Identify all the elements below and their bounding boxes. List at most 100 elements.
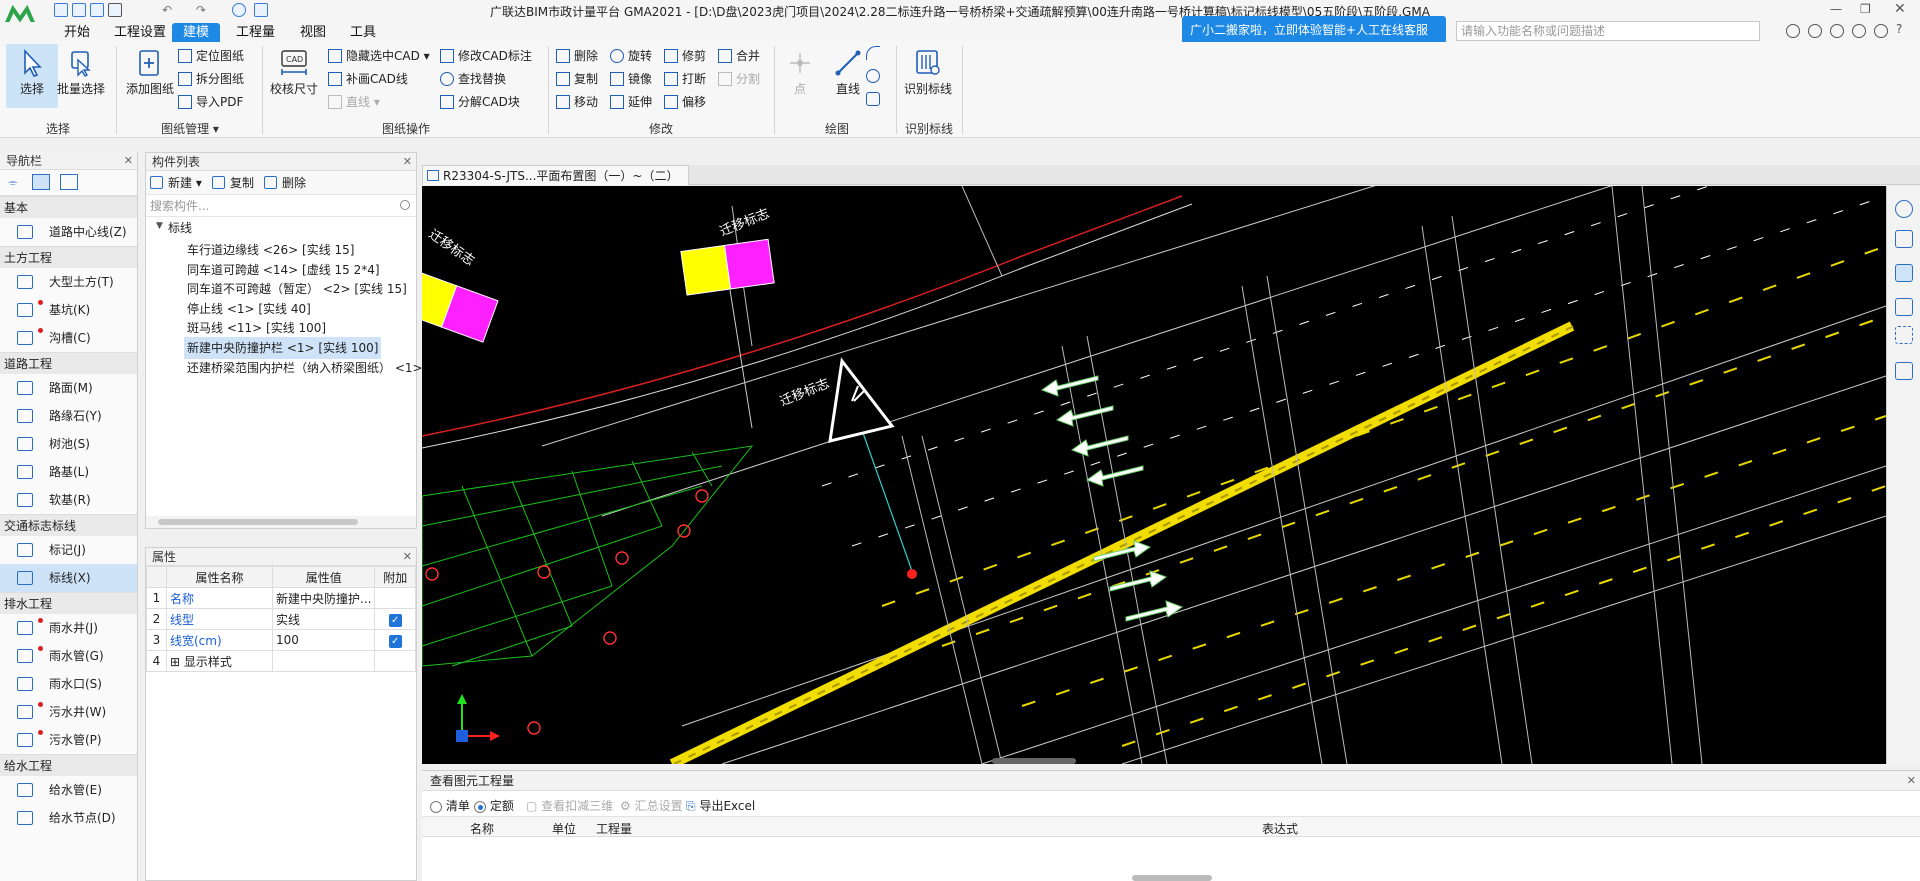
view-settings-icon[interactable] — [1895, 362, 1913, 380]
folder-icon[interactable] — [72, 3, 86, 17]
nav-item[interactable]: 给水管(E) — [0, 776, 137, 804]
drawing-tab[interactable]: R23304-S-JTS...平面布置图（一）~（二） — [422, 165, 690, 185]
nav-item[interactable]: 大型土方(T) — [0, 268, 137, 296]
sum-icon[interactable] — [254, 3, 268, 17]
collapse-icon[interactable]: ▼ — [156, 221, 163, 231]
group-drawing-management[interactable]: 图纸管理 ▾ — [120, 120, 260, 137]
checkbox[interactable]: ✓ — [388, 613, 402, 627]
user-icon[interactable] — [1786, 24, 1800, 38]
recognize-marking-button[interactable]: 识别标线 — [900, 44, 956, 108]
property-row[interactable]: 4 ⊞ 显示样式 — [146, 650, 416, 672]
chat-icon[interactable] — [1874, 24, 1888, 38]
view-layer-icon[interactable] — [1895, 298, 1913, 316]
property-value[interactable]: 实线 — [271, 608, 376, 630]
nav-item[interactable]: 污水管(P) — [0, 726, 137, 754]
modify-cad-button[interactable]: 修改CAD标注 — [440, 46, 532, 66]
nav-item[interactable]: 树池(S) — [0, 430, 137, 458]
radio-list[interactable] — [430, 800, 442, 813]
nav-item[interactable]: 路基(L) — [0, 458, 137, 486]
quantity-scroll-thumb[interactable] — [1132, 875, 1212, 881]
nav-item[interactable]: 雨水井(J) — [0, 614, 137, 642]
circle-icon[interactable] — [866, 69, 880, 83]
hide-cad-button[interactable]: 隐藏选中CAD ▾ — [328, 46, 430, 66]
property-row[interactable]: 2 线型 实线 ✓ — [146, 608, 416, 630]
component-item[interactable]: 还建桥梁范围内护栏（纳入桥梁图纸） <1> — [184, 357, 426, 379]
view-3d-deduct-button[interactable]: ▢ 查看扣减三维 — [526, 797, 613, 814]
delete-button[interactable]: 删除 — [556, 46, 598, 66]
menu-quantity[interactable]: 工程量 — [228, 23, 283, 42]
close-icon[interactable]: ✕ — [403, 153, 412, 171]
new-component-button[interactable]: 新建 ▾ — [150, 174, 202, 192]
nav-item[interactable]: 道路中心线(Z) — [0, 218, 137, 246]
merge-button[interactable]: 合并 — [718, 46, 760, 66]
support-banner[interactable]: 广小二搬家啦，立即体验智能+人工在线客服 — [1182, 16, 1446, 44]
tree-root[interactable]: 标线 — [168, 219, 192, 237]
menu-start[interactable]: 开始 — [56, 23, 98, 42]
find-replace-button[interactable]: 查找替换 — [440, 69, 506, 89]
minimize-icon[interactable]: — — [1830, 2, 1842, 16]
view-top-icon[interactable] — [1895, 264, 1913, 282]
list-view-icon[interactable] — [32, 174, 50, 190]
shirt-icon[interactable] — [1852, 24, 1866, 38]
property-value[interactable]: 100 — [271, 629, 376, 651]
calibrate-button[interactable]: CAD 校核尺寸 — [266, 44, 322, 108]
close-icon[interactable]: ✕ — [1907, 771, 1916, 791]
checkbox[interactable]: ✓ — [388, 634, 402, 648]
mirror-button[interactable]: 镜像 — [610, 69, 652, 89]
property-value[interactable]: 新建中央防撞护... — [271, 587, 376, 609]
line-tool-button[interactable]: 直线 ▾ — [328, 92, 380, 112]
menu-project-settings[interactable]: 工程设置 — [106, 23, 174, 42]
component-search-input[interactable]: 搜索构件... — [146, 195, 416, 217]
close-icon[interactable]: ✕ — [403, 548, 412, 566]
nav-category[interactable]: 给水工程 — [0, 754, 137, 776]
canvas-scroll-thumb[interactable] — [992, 758, 1076, 764]
batch-select-button[interactable]: 批量选择 — [52, 44, 110, 108]
fill-cad-button[interactable]: 补画CAD线 — [328, 69, 408, 89]
export-excel-button[interactable]: ⎘ 导出Excel — [686, 797, 755, 814]
move-button[interactable]: 移动 — [556, 92, 598, 112]
nav-item[interactable]: 给水节点(D) — [0, 804, 137, 832]
point-button[interactable]: 点 — [776, 44, 824, 108]
service-icon[interactable] — [1808, 24, 1822, 38]
split-drawing-button[interactable]: 拆分图纸 — [178, 69, 244, 89]
save-icon[interactable] — [54, 3, 68, 17]
nav-item[interactable]: 雨水口(S) — [0, 670, 137, 698]
menu-tools[interactable]: 工具 — [342, 23, 384, 42]
restore-icon[interactable]: ❐ — [1860, 2, 1871, 16]
fullscreen-icon[interactable] — [1895, 326, 1913, 344]
add-drawing-button[interactable]: 添加图纸 — [120, 44, 180, 108]
import-pdf-button[interactable]: 导入PDF — [178, 92, 243, 112]
nav-item[interactable]: 路面(M) — [0, 374, 137, 402]
nav-item[interactable]: 软基(R) — [0, 486, 137, 514]
help-icon[interactable]: ? — [1896, 22, 1902, 36]
nav-item[interactable]: 标记(J) — [0, 536, 137, 564]
open-icon[interactable] — [90, 3, 104, 17]
nav-item[interactable]: 沟槽(C) — [0, 324, 137, 352]
nav-category[interactable]: 交通标志标线 — [0, 514, 137, 536]
explode-block-button[interactable]: 分解CAD块 — [440, 92, 520, 112]
rect-icon[interactable] — [866, 92, 880, 106]
list-radio[interactable]: 清单 — [430, 797, 470, 814]
detail-view-icon[interactable] — [60, 174, 78, 190]
property-value[interactable] — [271, 650, 376, 672]
view-3d-icon[interactable] — [1895, 230, 1913, 248]
horizontal-scrollbar[interactable] — [146, 516, 416, 528]
sync-icon[interactable] — [232, 3, 246, 17]
copy-component-button[interactable]: 复制 — [212, 174, 254, 192]
nav-item[interactable]: 路缘石(Y) — [0, 402, 137, 430]
split-button[interactable]: 分割 — [718, 69, 760, 89]
nav-item[interactable]: 雨水管(G) — [0, 642, 137, 670]
view-orbit-icon[interactable] — [1895, 200, 1913, 218]
nav-category[interactable]: 排水工程 — [0, 592, 137, 614]
tree-view-icon[interactable]: ⌯ — [8, 175, 22, 189]
nav-item[interactable]: 基坑(K) — [0, 296, 137, 324]
menu-view[interactable]: 视图 — [292, 23, 334, 42]
locate-drawing-button[interactable]: 定位图纸 — [178, 46, 244, 66]
scrollbar-thumb[interactable] — [158, 519, 358, 525]
close-icon[interactable]: ✕ — [124, 152, 133, 170]
cad-canvas[interactable]: 迁移标志 迁移标志 迁移标志 — [422, 186, 1886, 764]
break-button[interactable]: 打断 — [664, 69, 706, 89]
extend-button[interactable]: 延伸 — [610, 92, 652, 112]
draw-line-button[interactable]: 直线 — [824, 44, 872, 108]
function-search-input[interactable]: 请输入功能名称或问题描述 — [1456, 21, 1760, 41]
